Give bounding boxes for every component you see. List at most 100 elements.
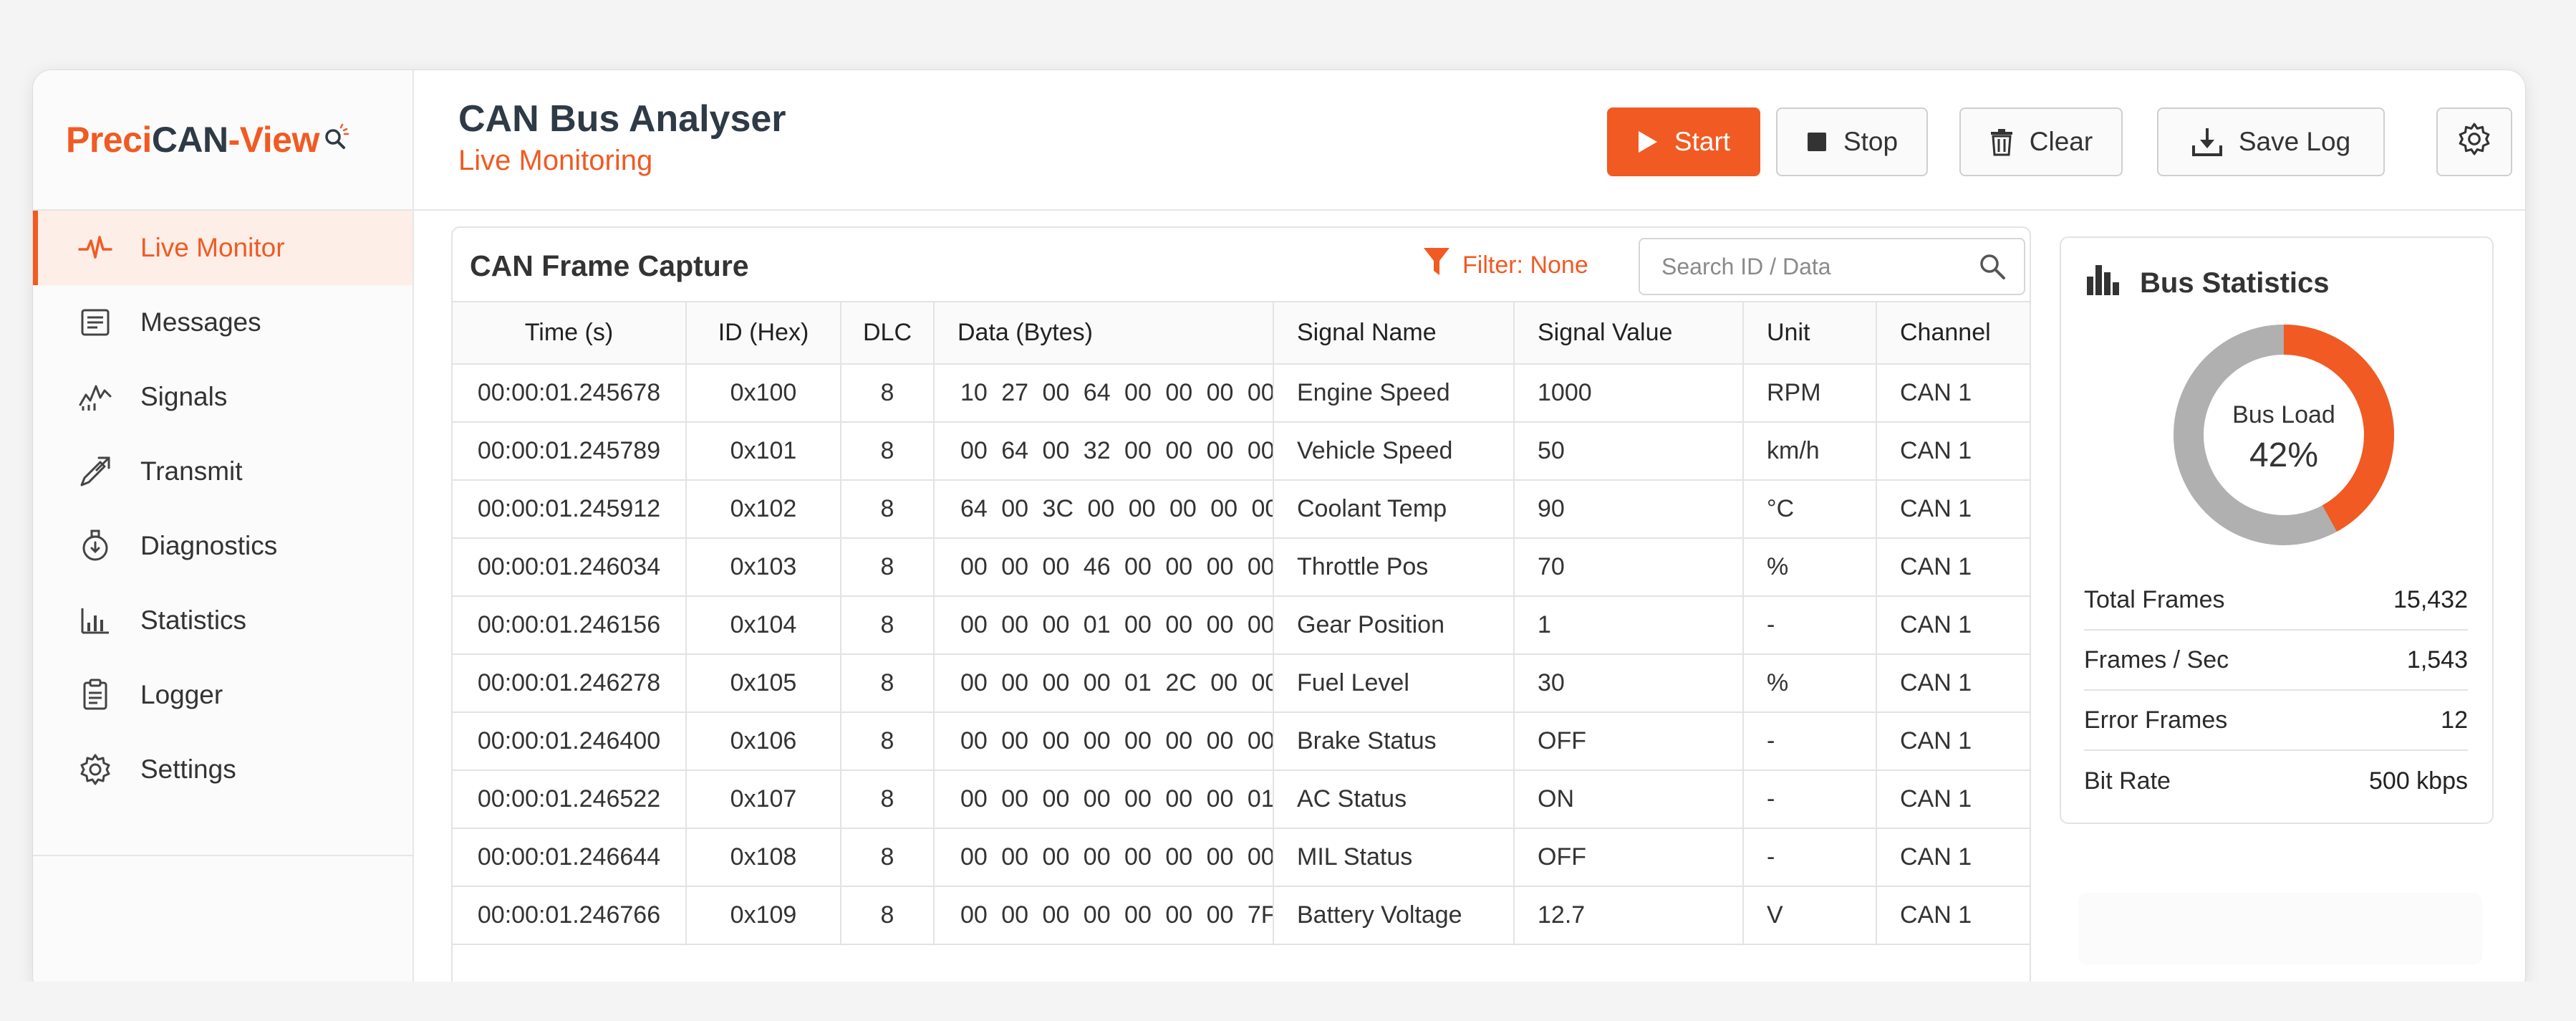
- cell-unit: %: [1743, 538, 1877, 597]
- page-subtitle: Live Monitoring: [458, 145, 653, 176]
- cell-id: 0x102: [686, 480, 841, 539]
- column-header-signal-value[interactable]: Signal Value: [1514, 302, 1744, 365]
- sidebar-item-signals[interactable]: Signals: [33, 360, 413, 434]
- column-header-channel[interactable]: Channel: [1876, 302, 2030, 365]
- sidebar-item-label: Transmit: [140, 456, 243, 486]
- filter-toggle[interactable]: Filter: None: [1422, 246, 1588, 284]
- brand-part-1: Preci: [66, 120, 152, 160]
- cell-unit: V: [1743, 886, 1877, 945]
- cell-unit: RPM: [1743, 364, 1877, 423]
- stat-value: 12: [2441, 706, 2468, 734]
- brand-part-3: -View: [228, 120, 320, 160]
- sidebar-item-diagnostics[interactable]: Diagnostics: [33, 509, 413, 583]
- cell-data: 64 00 3C 00 00 00 00 00: [934, 480, 1274, 539]
- signal-icon: [76, 378, 115, 416]
- cell-dlc: 8: [841, 712, 935, 771]
- stat-row-frames-per-sec: Frames / Sec 1,543: [2084, 631, 2468, 691]
- stat-value: 15,432: [2393, 585, 2468, 613]
- sidebar-item-label: Signals: [140, 382, 228, 411]
- stop-button-label: Stop: [1843, 127, 1899, 156]
- settings-button[interactable]: [2436, 107, 2512, 176]
- download-icon: [2191, 127, 2223, 157]
- column-header-dlc[interactable]: DLC: [841, 302, 935, 365]
- table-row[interactable]: 00:00:01.246156 0x104 8 00 00 00 01 00 00 0…: [453, 596, 2030, 655]
- cell-time: 00:00:01.245789: [453, 422, 687, 481]
- cell-signal-name: Battery Voltage: [1273, 886, 1515, 945]
- sidebar-divider: [33, 855, 413, 856]
- table-header-row: Time (s) ID (Hex) DLC Data (Bytes) Signa…: [453, 302, 2030, 365]
- bus-statistics-panel: Bus Statistics Bus Load 42% Total Frames…: [2060, 236, 2494, 824]
- sidebar-item-label: Live Monitor: [140, 233, 285, 262]
- table-row[interactable]: 00:00:01.245789 0x101 8 00 64 00 32 00 00 0…: [453, 422, 2030, 481]
- sidebar-item-label: Statistics: [140, 605, 247, 635]
- sidebar-item-live-monitor[interactable]: Live Monitor: [33, 211, 413, 285]
- brand-logo: Preci CAN -View: [66, 119, 349, 160]
- cell-data: 00 00 00 00 00 00 00 00: [934, 828, 1274, 887]
- cell-data: 00 00 00 00 00 00 00 7F: [934, 886, 1274, 945]
- cell-id: 0x107: [686, 770, 841, 829]
- gear-icon: [76, 750, 115, 789]
- column-header-time[interactable]: Time (s): [453, 302, 687, 365]
- cell-signal-value: ON: [1514, 770, 1744, 829]
- sidebar-item-logger[interactable]: Logger: [33, 658, 413, 732]
- bar-chart-icon: [2085, 264, 2121, 302]
- stop-button[interactable]: Stop: [1776, 107, 1928, 176]
- cell-dlc: 8: [841, 480, 935, 539]
- table-row[interactable]: 00:00:01.246400 0x106 8 00 00 00 00 00 00 0…: [453, 712, 2030, 771]
- table-row[interactable]: 00:00:01.245678 0x100 8 10 27 00 64 00 00 0…: [453, 364, 2030, 423]
- bus-load-value: 42%: [2249, 436, 2319, 474]
- sidebar: Preci CAN -View Live Monitor Messages Sign…: [33, 70, 414, 994]
- cell-signal-name: Coolant Temp: [1273, 480, 1515, 539]
- table-row[interactable]: 00:00:01.246034 0x103 8 00 00 00 46 00 00 0…: [453, 538, 2030, 597]
- can-frame-capture-panel: CAN Frame Capture Filter: None Time (s) …: [451, 226, 2031, 994]
- search-icon[interactable]: [1978, 252, 2007, 284]
- logo-area: Preci CAN -View: [33, 70, 413, 211]
- stat-label: Total Frames: [2084, 585, 2225, 613]
- cell-channel: CAN 1: [1876, 538, 2030, 597]
- cell-unit: -: [1743, 596, 1877, 655]
- cell-id: 0x100: [686, 364, 841, 423]
- stat-label: Error Frames: [2084, 706, 2228, 734]
- cell-id: 0x106: [686, 712, 841, 771]
- column-header-signal-name[interactable]: Signal Name: [1273, 302, 1515, 365]
- stat-row-total-frames: Total Frames 15,432: [2084, 570, 2468, 631]
- search-input[interactable]: [1640, 239, 1969, 294]
- sidebar-item-transmit[interactable]: Transmit: [33, 434, 413, 509]
- sidebar-item-label: Messages: [140, 307, 261, 337]
- gear-icon: [2456, 121, 2492, 163]
- table-row[interactable]: 00:00:01.246644 0x108 8 00 00 00 00 00 00 0…: [453, 828, 2030, 887]
- column-header-data[interactable]: Data (Bytes): [934, 302, 1274, 365]
- cell-dlc: 8: [841, 538, 935, 597]
- column-header-id[interactable]: ID (Hex): [686, 302, 841, 365]
- panel-header: CAN Frame Capture Filter: None: [453, 228, 2030, 302]
- cell-data: 00 00 00 01 00 00 00 00: [934, 596, 1274, 655]
- sidebar-item-settings[interactable]: Settings: [33, 732, 413, 807]
- faded-panel: [2078, 893, 2482, 964]
- table-row[interactable]: 00:00:01.246766 0x109 8 00 00 00 00 00 00 0…: [453, 886, 2030, 945]
- cell-id: 0x103: [686, 538, 841, 597]
- table-row[interactable]: 00:00:01.245912 0x102 8 64 00 3C 00 00 00 0…: [453, 480, 2030, 539]
- stat-label: Frames / Sec: [2084, 646, 2229, 674]
- cell-signal-name: Engine Speed: [1273, 364, 1515, 423]
- cell-unit: -: [1743, 712, 1877, 771]
- start-button[interactable]: Start: [1607, 107, 1760, 176]
- frames-table-body: 00:00:01.245678 0x100 8 10 27 00 64 00 00 0…: [453, 364, 2030, 945]
- sidebar-item-statistics[interactable]: Statistics: [33, 583, 413, 658]
- column-header-unit[interactable]: Unit: [1743, 302, 1877, 365]
- trash-icon: [1989, 128, 2014, 156]
- cell-data: 00 64 00 32 00 00 00 00: [934, 422, 1274, 481]
- stat-row-bit-rate: Bit Rate 500 kbps: [2084, 751, 2468, 811]
- table-row[interactable]: 00:00:01.246278 0x105 8 00 00 00 00 01 2C 0…: [453, 654, 2030, 713]
- bottom-strip: [0, 982, 2576, 1021]
- cell-channel: CAN 1: [1876, 770, 2030, 829]
- stats-title-label: Bus Statistics: [2140, 267, 2330, 299]
- cell-signal-value: 30: [1514, 654, 1744, 713]
- cell-time: 00:00:01.246156: [453, 596, 687, 655]
- sidebar-item-messages[interactable]: Messages: [33, 285, 413, 360]
- clear-button[interactable]: Clear: [1959, 107, 2123, 176]
- save-log-button[interactable]: Save Log: [2157, 107, 2385, 176]
- cell-signal-value: 12.7: [1514, 886, 1744, 945]
- cell-dlc: 8: [841, 828, 935, 887]
- table-row[interactable]: 00:00:01.246522 0x107 8 00 00 00 00 00 00 0…: [453, 770, 2030, 829]
- cell-id: 0x109: [686, 886, 841, 945]
